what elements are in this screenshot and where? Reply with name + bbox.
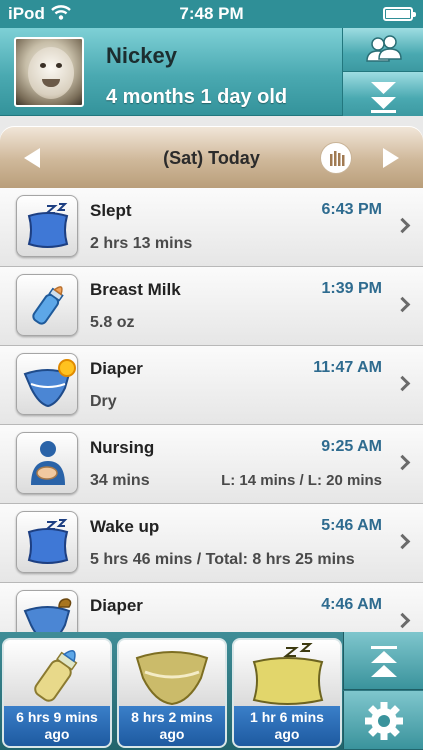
diaper-dirty-icon <box>16 590 78 632</box>
nursing-icon <box>16 432 78 494</box>
log-title: Diaper <box>90 596 143 615</box>
log-time: 1:39 PM <box>321 280 382 297</box>
log-row[interactable]: Diaper 4:46 AM <box>0 583 423 632</box>
log-time: 9:25 AM <box>321 438 382 455</box>
log-time: 6:43 PM <box>321 201 382 218</box>
chevron-right-icon <box>394 533 411 550</box>
quick-log-bar: 6 hrs 9 mins ago 8 hrs 2 mins ago 1 hr 6… <box>0 632 423 750</box>
pillow-icon <box>16 195 78 257</box>
quick-diaper-button[interactable]: 8 hrs 2 mins ago <box>117 638 227 748</box>
log-time: 4:46 AM <box>321 596 382 613</box>
log-title: Slept <box>90 201 132 220</box>
gear-icon <box>365 702 403 740</box>
log-detail: Dry <box>90 393 117 410</box>
double-chevron-up-icon <box>371 646 397 677</box>
caption-line: ago <box>274 726 300 742</box>
log-detail: 2 hrs 13 mins <box>90 235 193 252</box>
date-navigation-bar: (Sat) Today <box>0 126 423 188</box>
log-detail: 5 hrs 46 mins / Total: 8 hrs 25 mins <box>90 551 355 568</box>
activity-log-list: Slept 6:43 PM 2 hrs 13 mins Breast Milk … <box>0 188 423 632</box>
quick-sleep-button[interactable]: 1 hr 6 mins ago <box>232 638 342 748</box>
battery-icon <box>383 7 416 21</box>
bar-chart-icon <box>330 151 345 166</box>
stats-chart-button[interactable] <box>320 142 352 174</box>
quick-sleep-caption: 1 hr 6 mins ago <box>234 706 340 746</box>
log-row[interactable]: Slept 6:43 PM 2 hrs 13 mins <box>0 188 423 267</box>
avatar-eye-right <box>56 63 62 68</box>
diaper-icon <box>135 651 209 706</box>
quick-diaper-caption: 8 hrs 2 mins ago <box>119 706 225 746</box>
caption-line: 8 hrs 2 mins <box>131 709 213 725</box>
caption-line: 6 hrs 9 mins <box>16 709 98 725</box>
baby-age: 4 months 1 day old <box>106 86 288 108</box>
clock-time: 7:48 PM <box>179 4 244 23</box>
log-detail: 5.8 oz <box>90 314 135 331</box>
log-extra: L: 14 mins / L: 20 mins <box>221 472 382 489</box>
caption-line: ago <box>44 726 70 742</box>
status-bar: iPod 7:48 PM <box>0 0 423 28</box>
avatar-eye-left <box>40 63 46 68</box>
log-title: Wake up <box>90 517 160 536</box>
chevron-right-icon <box>394 612 411 629</box>
log-row[interactable]: Breast Milk 1:39 PM 5.8 oz <box>0 267 423 346</box>
caption-line: ago <box>159 726 185 742</box>
quick-feeding-caption: 6 hrs 9 mins ago <box>4 706 110 746</box>
log-title: Diaper <box>90 359 143 378</box>
people-icon <box>366 35 402 62</box>
diaper-dry-icon <box>16 353 78 415</box>
expand-up-button[interactable] <box>343 632 423 690</box>
baby-name: Nickey <box>106 43 177 68</box>
log-row[interactable]: Nursing 9:25 AM 34 mins L: 14 mins / L: … <box>0 425 423 504</box>
double-chevron-down-icon <box>371 82 396 113</box>
current-date-label[interactable]: (Sat) Today <box>0 148 423 169</box>
baby-avatar[interactable] <box>14 37 84 107</box>
switch-baby-button[interactable] <box>342 28 423 72</box>
log-time: 11:47 AM <box>313 359 382 376</box>
bottle-icon <box>16 274 78 336</box>
baby-face-photo <box>28 47 74 99</box>
log-title: Nursing <box>90 438 155 457</box>
bottle-icon <box>34 650 78 702</box>
pillow-icon <box>252 643 324 705</box>
log-time: 5:46 AM <box>321 517 382 534</box>
next-day-button[interactable] <box>383 148 399 168</box>
pillow-icon <box>16 511 78 573</box>
quick-feeding-button[interactable]: 6 hrs 9 mins ago <box>2 638 112 748</box>
log-row[interactable]: Diaper 11:47 AM Dry <box>0 346 423 425</box>
chevron-right-icon <box>394 217 411 234</box>
chevron-right-icon <box>394 296 411 313</box>
log-detail: 34 mins <box>90 472 150 489</box>
chevron-right-icon <box>394 454 411 471</box>
baby-profile-header[interactable]: Nickey 4 months 1 day old <box>0 28 423 116</box>
settings-button[interactable] <box>343 691 423 749</box>
caption-line: 1 hr 6 mins <box>250 709 324 725</box>
collapse-down-button[interactable] <box>342 72 423 116</box>
chevron-right-icon <box>394 375 411 392</box>
log-title: Breast Milk <box>90 280 181 299</box>
log-row[interactable]: Wake up 5:46 AM 5 hrs 46 mins / Total: 8… <box>0 504 423 583</box>
